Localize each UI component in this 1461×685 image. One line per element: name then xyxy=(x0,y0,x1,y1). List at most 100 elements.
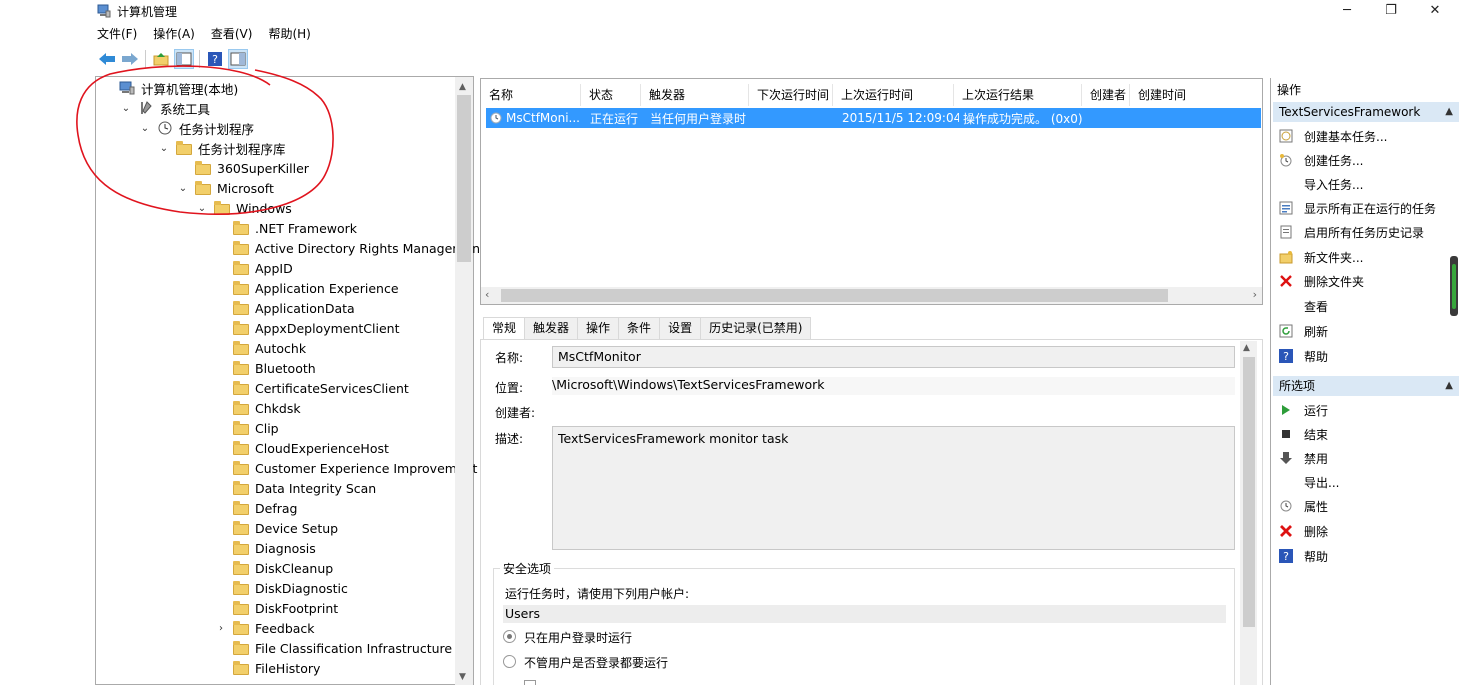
tree-item[interactable]: File Classification Infrastructure xyxy=(215,638,452,658)
tab-actions[interactable]: 操作 xyxy=(577,317,620,339)
tree-item[interactable]: ⌄ 任务计划程序 xyxy=(139,118,254,138)
collapse-icon[interactable]: ⌄ xyxy=(139,123,151,134)
tree-scrollbar-thumb[interactable] xyxy=(457,95,471,262)
collapse-icon[interactable]: ⌄ xyxy=(158,143,170,154)
action-item[interactable]: 显示所有正在运行的任务 xyxy=(1279,198,1436,218)
column-author[interactable]: 创建者 xyxy=(1082,84,1130,106)
action-item[interactable]: 结束 xyxy=(1279,424,1328,444)
column-trigger[interactable]: 触发器 xyxy=(641,84,749,106)
collapse-icon[interactable]: ⌄ xyxy=(177,183,189,194)
actions-scroll-indicator-thumb[interactable] xyxy=(1452,264,1456,309)
tree-item[interactable]: AppID xyxy=(215,258,293,278)
expand-icon[interactable]: › xyxy=(215,623,227,634)
tree-item[interactable]: 360SuperKiller xyxy=(177,158,309,178)
action-item[interactable]: 删除 xyxy=(1279,521,1328,541)
properties-button[interactable] xyxy=(228,49,248,69)
radio-any-user-label: 不管用户是否登录都要运行 xyxy=(524,656,669,670)
tree-item[interactable]: Application Experience xyxy=(215,278,399,298)
tree-item-label: 计算机管理(本地) xyxy=(141,81,239,97)
task-name-field[interactable]: MsCtfMonitor xyxy=(552,346,1235,368)
tree-item[interactable]: DiskFootprint xyxy=(215,598,338,618)
action-item[interactable]: 运行 xyxy=(1279,400,1328,420)
action-item[interactable]: 启用所有任务历史记录 xyxy=(1279,222,1424,242)
task-list-hscroll-thumb[interactable] xyxy=(501,289,1168,302)
action-item[interactable]: 新文件夹... xyxy=(1279,247,1363,267)
tab-conditions[interactable]: 条件 xyxy=(618,317,661,339)
tree-item[interactable]: Autochk xyxy=(215,338,306,358)
tab-general[interactable]: 常规 xyxy=(483,317,526,340)
scroll-down-icon[interactable]: ▼ xyxy=(459,672,466,682)
tree-item[interactable]: FileHistory xyxy=(215,658,320,678)
scroll-left-icon[interactable]: ‹ xyxy=(485,288,489,301)
tree-item[interactable]: CloudExperienceHost xyxy=(215,438,389,458)
maximize-button[interactable]: ❐ xyxy=(1368,0,1414,22)
action-item[interactable]: 属性 xyxy=(1279,496,1328,516)
tree-item[interactable]: Defrag xyxy=(215,498,297,518)
action-item[interactable]: 查看 xyxy=(1279,296,1328,316)
action-item[interactable]: 刷新 xyxy=(1279,321,1328,341)
show-hide-tree-button[interactable] xyxy=(174,49,194,69)
action-item[interactable]: ? 帮助 xyxy=(1279,546,1328,566)
tree-item-label: Application Experience xyxy=(255,280,399,296)
action-item[interactable]: 创建任务... xyxy=(1279,150,1363,170)
action-item[interactable]: ? 帮助 xyxy=(1279,346,1328,366)
action-item[interactable]: 创建基本任务... xyxy=(1279,126,1387,146)
action-item[interactable]: 删除文件夹 xyxy=(1279,271,1364,291)
scroll-right-icon[interactable]: › xyxy=(1253,288,1257,301)
tab-triggers[interactable]: 触发器 xyxy=(524,317,579,339)
menu-file[interactable]: 文件(F) xyxy=(97,25,137,43)
column-created[interactable]: 创建时间 xyxy=(1130,84,1250,106)
tab-history[interactable]: 历史记录(已禁用) xyxy=(700,317,812,339)
radio-any-user[interactable] xyxy=(503,655,516,668)
action-item[interactable]: 禁用 xyxy=(1279,448,1328,468)
task-row[interactable]: MsCtfMoni... 正在运行 当任何用户登录时 2015/11/5 12:… xyxy=(486,108,1261,128)
menu-help[interactable]: 帮助(H) xyxy=(268,25,310,43)
column-next-run[interactable]: 下次运行时间 xyxy=(749,84,833,106)
tree-item[interactable]: .NET Framework xyxy=(215,218,357,238)
tree-item[interactable]: ApplicationData xyxy=(215,298,355,318)
scroll-up-icon[interactable]: ▲ xyxy=(1243,343,1250,353)
tree-item[interactable]: Diagnosis xyxy=(215,538,316,558)
minimize-button[interactable]: ─ xyxy=(1324,0,1370,22)
tree-item[interactable]: Customer Experience Improvement Pr xyxy=(215,458,494,478)
tree-item[interactable]: CertificateServicesClient xyxy=(215,378,409,398)
collapse-icon[interactable]: ⌄ xyxy=(196,203,208,214)
tab-settings[interactable]: 设置 xyxy=(659,317,702,339)
tree-item[interactable]: ⌄ 任务计划程序库 xyxy=(158,138,286,158)
tree-item[interactable]: ⌄ Windows xyxy=(196,198,292,218)
description-field[interactable]: TextServicesFramework monitor task xyxy=(552,426,1235,550)
help-button[interactable]: ? xyxy=(205,49,225,69)
tree-item[interactable]: DiskDiagnostic xyxy=(215,578,348,598)
back-button[interactable] xyxy=(97,49,117,69)
forward-button[interactable] xyxy=(120,49,140,69)
tree-item[interactable]: Data Integrity Scan xyxy=(215,478,376,498)
radio-logged-on[interactable] xyxy=(503,630,516,643)
tree-item[interactable]: ⌄ 系统工具 xyxy=(120,98,210,118)
close-button[interactable]: ✕ xyxy=(1412,0,1458,22)
checkbox-do-not-store-password[interactable] xyxy=(524,680,536,685)
action-item[interactable]: 导出... xyxy=(1279,472,1339,492)
scroll-up-icon[interactable]: ▲ xyxy=(459,82,466,92)
menu-view[interactable]: 查看(V) xyxy=(211,25,253,43)
column-name[interactable]: 名称 xyxy=(481,84,581,106)
column-status[interactable]: 状态 xyxy=(581,84,641,106)
disable-icon xyxy=(1279,451,1293,465)
details-scrollbar-thumb[interactable] xyxy=(1243,357,1255,627)
tree-item[interactable]: Chkdsk xyxy=(215,398,301,418)
up-folder-button[interactable] xyxy=(151,49,171,69)
tree-item[interactable]: DiskCleanup xyxy=(215,558,333,578)
actions-section-folder[interactable]: TextServicesFramework ▲ xyxy=(1273,102,1459,122)
menu-action[interactable]: 操作(A) xyxy=(153,25,195,43)
action-item[interactable]: 导入任务... xyxy=(1279,174,1363,194)
tree-item[interactable]: Clip xyxy=(215,418,279,438)
tree-item[interactable]: › Feedback xyxy=(215,618,315,638)
collapse-icon[interactable]: ⌄ xyxy=(120,103,132,114)
tree-item[interactable]: AppxDeploymentClient xyxy=(215,318,399,338)
tree-item[interactable]: Device Setup xyxy=(215,518,338,538)
column-last-result[interactable]: 上次运行结果 xyxy=(954,84,1082,106)
column-last-run[interactable]: 上次运行时间 xyxy=(833,84,954,106)
tree-item[interactable]: ⌄ Microsoft xyxy=(177,178,274,198)
actions-section-selected[interactable]: 所选项 ▲ xyxy=(1273,376,1459,396)
tree-item[interactable]: 计算机管理(本地) xyxy=(101,78,238,98)
tree-item[interactable]: Bluetooth xyxy=(215,358,316,378)
